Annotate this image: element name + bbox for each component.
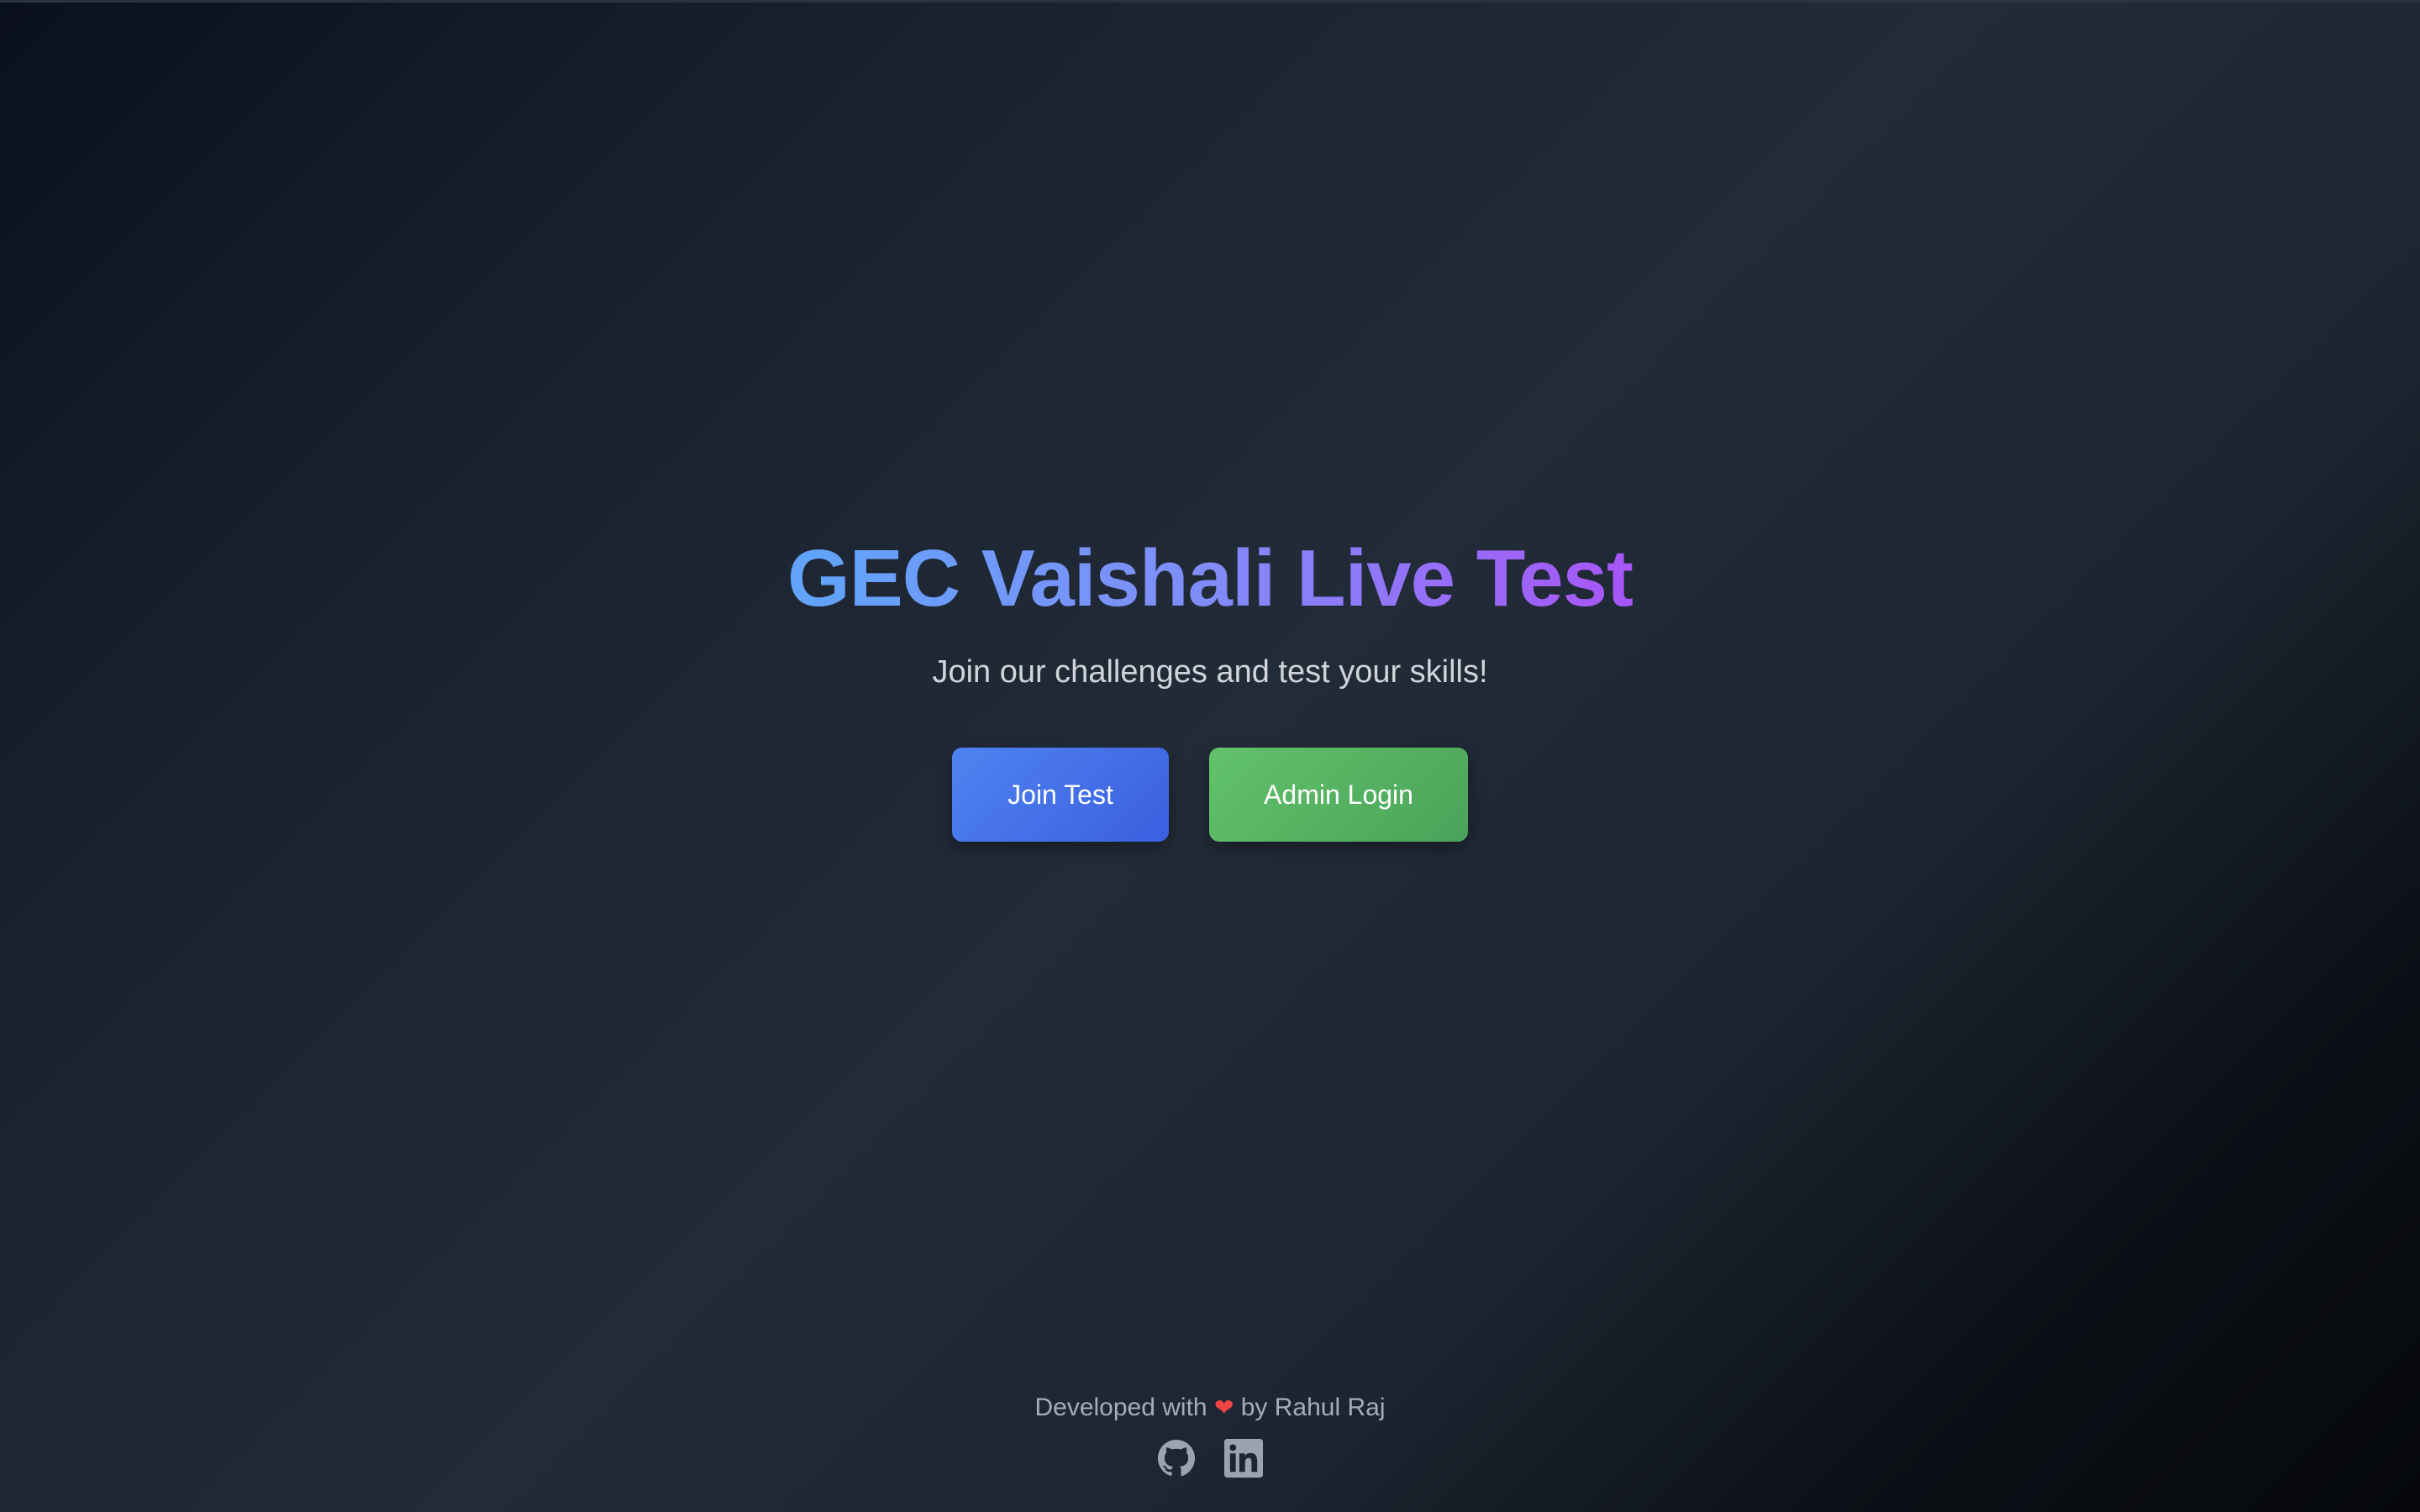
admin-login-button[interactable]: Admin Login	[1209, 748, 1468, 842]
page-title: GEC Vaishali Live Test	[787, 529, 1634, 628]
github-icon	[1157, 1439, 1196, 1477]
top-border	[0, 0, 2420, 3]
social-links	[0, 1438, 2420, 1478]
footer-prefix: Developed with	[1034, 1394, 1207, 1421]
footer-credit: Developed with ❤ by Rahul Raj	[0, 1391, 2420, 1425]
footer-author: by Rahul Raj	[1240, 1394, 1386, 1421]
page-subtitle: Join our challenges and test your skills…	[932, 654, 1488, 690]
linkedin-link[interactable]	[1223, 1438, 1264, 1478]
footer: Developed with ❤ by Rahul Raj	[0, 1391, 2420, 1478]
heart-icon: ❤	[1213, 1394, 1234, 1421]
join-test-button[interactable]: Join Test	[952, 748, 1169, 842]
github-link[interactable]	[1156, 1438, 1197, 1478]
action-buttons: Join Test Admin Login	[0, 748, 2420, 842]
linkedin-icon	[1224, 1439, 1263, 1478]
hero-section: GEC Vaishali Live Test Join our challeng…	[0, 529, 2420, 842]
